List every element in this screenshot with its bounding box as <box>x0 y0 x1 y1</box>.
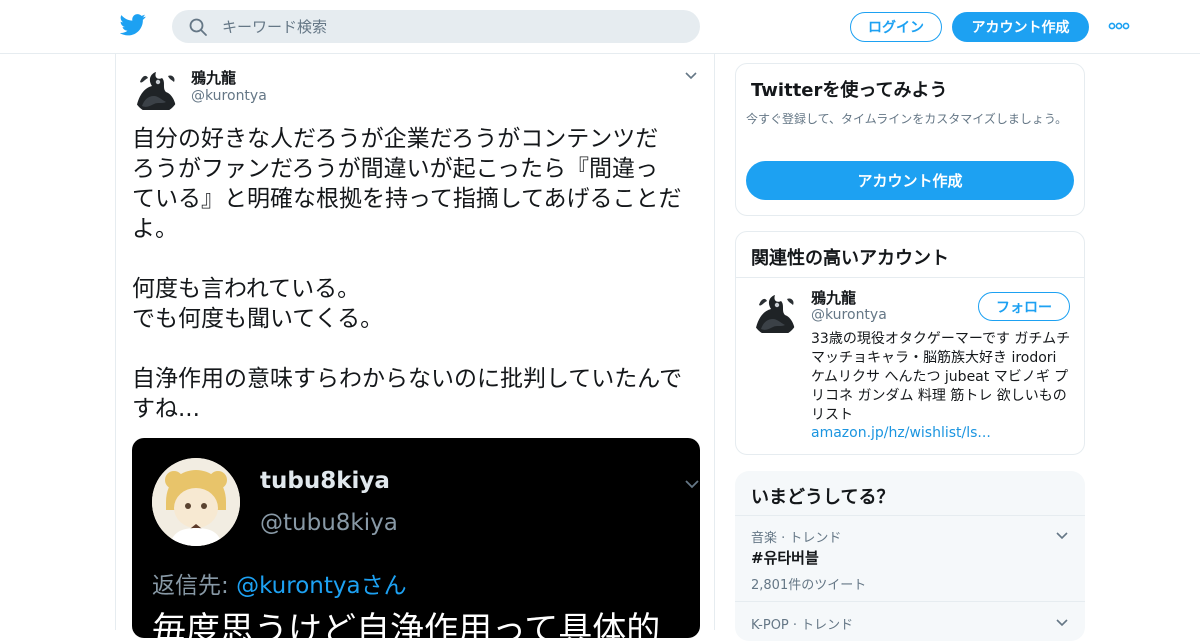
divider <box>735 515 1085 516</box>
media-reply-line: 返信先: @kurontyaさん <box>152 566 407 600</box>
reply-mention: @kurontyaさん <box>236 573 407 599</box>
signup-card-title: Twitterを使ってみよう <box>751 80 948 101</box>
chevron-down-icon[interactable] <box>1055 530 1069 540</box>
more-options-icon[interactable] <box>1108 22 1130 30</box>
search-input[interactable] <box>222 10 682 43</box>
related-account-link[interactable]: amazon.jp/hz/wishlist/ls... <box>811 425 991 441</box>
media-avatar <box>152 458 240 546</box>
top-navigation-bar: ログイン アカウント作成 <box>0 0 1200 54</box>
trends-card: いまどうしてる？ 音楽 · トレンド #유타버블 2,801件のツイート K-P… <box>735 471 1085 641</box>
reply-prefix: 返信先: <box>152 573 237 599</box>
trend-category: K-POP · トレンド <box>751 618 854 633</box>
tweet-detail: 鴉九龍 @kurontya 自分の好きな人だろうが企業だろうがコンテンツだ ろう… <box>115 54 715 638</box>
related-accounts-card: 関連性の高いアカウント 鴉九龍 @kurontya フォロー 33歳の現役オタク… <box>735 231 1085 455</box>
related-account-bio: 33歳の現役オタクゲーマーです ガチムチマッチョキャラ・脳筋族大好き irodo… <box>811 331 1071 423</box>
media-author-name: tubu8kiya <box>260 468 390 494</box>
search-icon <box>189 18 207 36</box>
divider <box>735 601 1085 602</box>
related-account-name[interactable]: 鴉九龍 <box>811 287 856 308</box>
tweet-author-name[interactable]: 鴉九龍 <box>191 67 236 88</box>
signup-button[interactable]: アカウント作成 <box>952 12 1089 42</box>
search-box[interactable] <box>172 10 700 43</box>
anime-character-icon <box>152 458 240 546</box>
trends-title: いまどうしてる？ <box>751 487 895 508</box>
twitter-bird-icon[interactable] <box>120 14 146 36</box>
divider <box>736 277 1084 278</box>
avatar[interactable] <box>132 66 180 114</box>
media-author-handle: @tubu8kiya <box>260 510 398 536</box>
trend-name[interactable]: #유타버블 <box>751 547 819 568</box>
tweet-text: 自分の好きな人だろうが企業だろうがコンテンツだ ろうがファンだろうが間違いが起こ… <box>132 126 683 422</box>
login-button[interactable]: ログイン <box>850 12 942 42</box>
chevron-down-icon <box>685 480 699 489</box>
follow-button[interactable]: フォロー <box>978 292 1070 321</box>
trend-category: 音楽 · トレンド <box>751 531 842 546</box>
signup-card-description: 今すぐ登録して、タイムラインをカスタマイズしましょう。 <box>746 112 1068 126</box>
chevron-down-icon[interactable] <box>684 70 698 80</box>
signup-card: Twitterを使ってみよう 今すぐ登録して、タイムラインをカスタマイズしましょ… <box>735 63 1085 216</box>
trend-tweet-count: 2,801件のツイート <box>751 578 867 593</box>
related-accounts-title: 関連性の高いアカウント <box>751 248 949 269</box>
dragon-avatar-icon <box>751 289 799 337</box>
tweet-author-handle[interactable]: @kurontya <box>191 88 267 104</box>
avatar[interactable] <box>751 289 799 337</box>
tweet-media-image[interactable]: tubu8kiya @tubu8kiya 返信先: @kurontyaさん 毎度… <box>132 438 700 638</box>
dragon-avatar-icon <box>132 66 180 114</box>
signup-card-button[interactable]: アカウント作成 <box>746 161 1074 200</box>
related-account-handle[interactable]: @kurontya <box>811 307 887 323</box>
chevron-down-icon[interactable] <box>1055 617 1069 627</box>
media-body-text: 毎度思うけど自浄作用って具体的 <box>152 610 661 638</box>
